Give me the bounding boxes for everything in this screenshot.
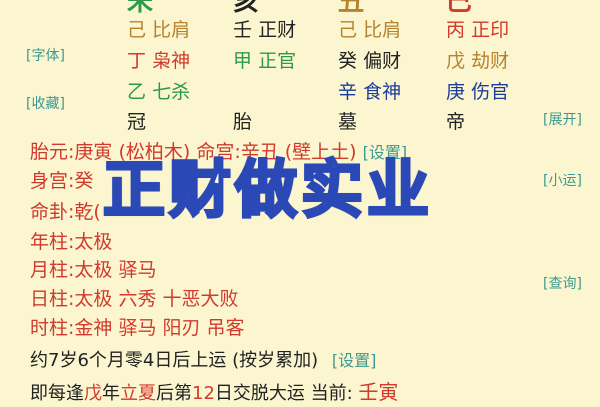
ten-god: 正财 — [258, 19, 297, 41]
ten-god: 正印 — [471, 19, 510, 41]
shengong-label: 身宫: — [30, 170, 75, 192]
stem: 丁 — [127, 50, 147, 72]
transition-year: 戊 — [84, 383, 102, 404]
shizhu-label: 时柱: — [30, 317, 75, 339]
transition-day: 12 — [192, 383, 215, 404]
rizhu-line: 日柱:太极 六秀 十恶大败 — [30, 286, 239, 312]
stem: 己 — [338, 19, 358, 41]
branch-year: 未 — [127, 0, 154, 17]
pillar-month-r2: 甲 正官 — [233, 49, 296, 73]
transition-prefix: 即每逢 — [30, 383, 84, 404]
ten-god: 劫财 — [471, 50, 510, 72]
pillar-hour-r1: 丙 正印 — [446, 18, 509, 42]
ten-god: 偏财 — [363, 50, 402, 72]
yuezhu-label: 月柱: — [30, 259, 75, 281]
transition-current: 壬寅 — [358, 380, 399, 404]
minggua-label: 命卦: — [30, 201, 75, 223]
rizhu-label: 日柱: — [30, 288, 75, 310]
minggua-line: 命卦:乾( — [30, 199, 101, 225]
ten-god: 伤官 — [471, 81, 510, 103]
pillar-day-r1: 己 比肩 — [338, 18, 401, 42]
stem: 甲 — [233, 50, 253, 72]
transition-after: 后第 — [156, 383, 192, 404]
minor-luck-button[interactable]: [小运] — [543, 172, 582, 190]
pillar-year-r2: 丁 枭神 — [127, 49, 190, 73]
yuezhu-value: 太极 驿马 — [74, 259, 157, 281]
stem: 戊 — [446, 50, 466, 72]
stage-hour: 帝 — [446, 111, 466, 133]
ten-god: 正官 — [258, 50, 297, 72]
ten-god: 比肩 — [152, 19, 191, 41]
ten-god: 比肩 — [363, 19, 402, 41]
font-button[interactable]: [字体] — [26, 47, 65, 65]
luck-start-line: 约7岁6个月零4日后上运 (按岁累加) [设置] — [30, 348, 376, 374]
stem: 乙 — [127, 81, 147, 103]
rizhu-value: 太极 六秀 十恶大败 — [74, 288, 239, 310]
shengong-line: 身宫:癸 — [30, 168, 93, 194]
shizhu-value: 金神 驿马 阳刃 吊客 — [74, 317, 245, 339]
pillar-hour-r2: 戊 劫财 — [446, 49, 509, 73]
minggua-value: 乾( — [74, 201, 101, 223]
stem: 癸 — [338, 50, 358, 72]
shizhu-line: 时柱:金神 驿马 阳刃 吊客 — [30, 315, 245, 341]
stage-year: 冠 — [127, 111, 147, 133]
branch-hour: 巳 — [446, 0, 473, 17]
ten-god: 枭神 — [152, 50, 191, 72]
transition-mid: 年 — [102, 383, 120, 404]
stem: 辛 — [338, 81, 358, 103]
branch-day: 丑 — [338, 0, 365, 17]
pillar-hour-r3: 庚 伤官 — [446, 80, 509, 104]
stage-month: 胎 — [233, 111, 253, 133]
expand-button[interactable]: [展开] — [543, 111, 582, 129]
branch-month: 亥 — [233, 0, 260, 17]
pillar-year-r1: 己 比肩 — [127, 18, 190, 42]
ten-god: 食神 — [363, 81, 402, 103]
stem: 己 — [127, 19, 147, 41]
overlay-title: 正财做实业 — [102, 153, 434, 226]
pillar-year-r3: 乙 七杀 — [127, 80, 190, 104]
stage-day: 墓 — [338, 111, 358, 133]
ten-god: 七杀 — [152, 81, 191, 103]
transition-term: 立夏 — [120, 383, 156, 404]
stem: 丙 — [446, 19, 466, 41]
stem: 庚 — [446, 81, 466, 103]
luck-settings-link[interactable]: [设置] — [332, 351, 377, 370]
pillar-month-r1: 壬 正财 — [233, 18, 296, 42]
shengong-value: 癸 — [74, 170, 94, 192]
taiyuan-label: 胎元: — [30, 141, 75, 163]
transition-suffix: 日交脱大运 当前: — [214, 383, 359, 404]
collect-button[interactable]: [收藏] — [26, 95, 65, 113]
luck-transition-line: 即每逢戊年立夏后第12日交脱大运 当前: 壬寅 — [30, 379, 398, 407]
nianzhu-label: 年柱: — [30, 231, 75, 253]
luck-start-text: 约7岁6个月零4日后上运 (按岁累加) — [30, 350, 319, 371]
pillar-day-r2: 癸 偏财 — [338, 49, 401, 73]
nianzhu-value: 太极 — [74, 231, 113, 253]
query-button[interactable]: [查询] — [543, 275, 582, 293]
stem: 壬 — [233, 19, 253, 41]
nianzhu-line: 年柱:太极 — [30, 229, 112, 255]
yuezhu-line: 月柱:太极 驿马 — [30, 257, 156, 283]
pillar-day-r3: 辛 食神 — [338, 80, 401, 104]
